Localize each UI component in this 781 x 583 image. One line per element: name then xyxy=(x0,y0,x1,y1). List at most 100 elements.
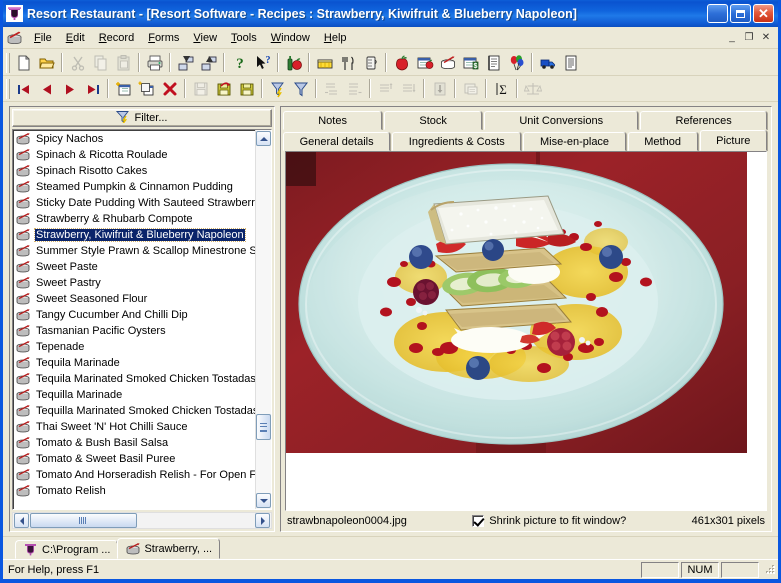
mdi-close-button[interactable]: ✕ xyxy=(758,30,774,45)
beverages-icon[interactable] xyxy=(282,52,305,74)
apple-ingredients-icon[interactable] xyxy=(390,52,413,74)
ingredient-list-icon[interactable] xyxy=(413,52,436,74)
scroll-thumb[interactable] xyxy=(256,414,271,440)
list-item[interactable]: Spinach & Ricotta Roulade xyxy=(13,147,255,163)
list-item[interactable]: Tequilla Marinated Smoked Chicken Tostad… xyxy=(13,403,255,419)
functions-balloons-icon[interactable] xyxy=(505,52,528,74)
recipe-list-items[interactable]: Spicy Nachos Spinach & Ricotta Roulade Spi… xyxy=(13,130,255,509)
mdi-tab-0[interactable]: C:\Program ... xyxy=(15,540,119,559)
new-icon[interactable] xyxy=(12,52,35,74)
mdi-restore-button[interactable]: ❐ xyxy=(741,30,757,45)
list-item[interactable]: Tomato & Sweet Basil Puree xyxy=(13,451,255,467)
list-vertical-scrollbar[interactable] xyxy=(255,130,271,509)
menu-record[interactable]: Record xyxy=(92,30,141,46)
list-item[interactable]: Sweet Seasoned Flour xyxy=(13,291,255,307)
previous-record-icon[interactable] xyxy=(35,78,58,100)
list-item[interactable]: Tequila Marinated Smoked Chicken Tostada… xyxy=(13,371,255,387)
recipe-pot-icon xyxy=(15,244,31,258)
cutlery-icon[interactable] xyxy=(336,52,359,74)
new-record-icon[interactable] xyxy=(112,78,135,100)
context-help-icon[interactable]: ? xyxy=(251,52,274,74)
menu-file[interactable]: FFileile xyxy=(27,30,59,46)
menu-view[interactable]: View xyxy=(186,30,224,46)
shrink-checkbox[interactable] xyxy=(472,515,485,527)
recipe-listbox[interactable]: Spicy Nachos Spinach & Ricotta Roulade Spi… xyxy=(12,129,272,510)
open-folder-icon[interactable] xyxy=(35,52,58,74)
list-item[interactable]: Strawberry, Kiwifruit & Blueberry Napole… xyxy=(13,227,255,243)
toolbar-grip[interactable] xyxy=(6,52,10,73)
filter-icon[interactable] xyxy=(289,78,312,100)
maximize-button[interactable] xyxy=(730,4,751,23)
menu-tools[interactable]: Tools xyxy=(224,30,264,46)
list-item[interactable]: Strawberry & Rhubarb Compote xyxy=(13,211,255,227)
menu-forms[interactable]: Forms xyxy=(141,30,186,46)
export-up-icon[interactable] xyxy=(197,52,220,74)
hscroll-track[interactable] xyxy=(30,513,254,528)
scroll-up-button[interactable] xyxy=(256,131,271,146)
list-item[interactable]: Tequilla Marinade xyxy=(13,387,255,403)
reports-icon[interactable] xyxy=(559,52,582,74)
minimize-button[interactable]: _ xyxy=(707,4,728,23)
list-item[interactable]: Steamed Pumpkin & Cinnamon Pudding xyxy=(13,179,255,195)
scroll-left-button[interactable] xyxy=(14,513,29,528)
menu-edit[interactable]: Edit xyxy=(59,30,92,46)
list-item[interactable]: Spicy Nachos xyxy=(13,131,255,147)
list-item[interactable]: Tepenade xyxy=(13,339,255,355)
list-item[interactable]: Tomato And Horseradish Relish - For Open… xyxy=(13,467,255,483)
measure-jug-icon[interactable] xyxy=(359,52,382,74)
list-item[interactable]: Spinach Risotto Cakes xyxy=(13,163,255,179)
scroll-right-button[interactable] xyxy=(255,513,270,528)
list-item[interactable]: Sticky Date Pudding With Sauteed Strawbe… xyxy=(13,195,255,211)
recipes-pot-icon[interactable] xyxy=(436,52,459,74)
list-item[interactable]: Thai Sweet 'N' Hot Chilli Sauce xyxy=(13,419,255,435)
resize-grip-icon[interactable] xyxy=(762,563,776,577)
list-item[interactable]: Tomato Relish xyxy=(13,483,255,499)
list-item[interactable]: Tequila Marinade xyxy=(13,355,255,371)
mdi-minimize-button[interactable]: _ xyxy=(724,30,740,45)
recipe-pot-icon xyxy=(15,148,31,162)
suppliers-truck-icon[interactable] xyxy=(536,52,559,74)
tab-stock[interactable]: Stock xyxy=(384,111,483,130)
mdi-tab-1[interactable]: Strawberry, ... xyxy=(117,538,221,559)
quick-filter-icon[interactable] xyxy=(266,78,289,100)
tab-mise-en-place[interactable]: Mise-en-place xyxy=(523,132,626,151)
last-record-icon[interactable] xyxy=(81,78,104,100)
import-down-icon[interactable] xyxy=(174,52,197,74)
sum-icon[interactable]: Σ xyxy=(490,78,513,100)
help-question-icon[interactable]: ? xyxy=(228,52,251,74)
duplicate-record-icon[interactable] xyxy=(135,78,158,100)
scroll-track[interactable] xyxy=(256,146,271,493)
save-undo-icon[interactable] xyxy=(212,78,235,100)
menu-window[interactable]: Window xyxy=(264,30,317,46)
delete-record-icon[interactable] xyxy=(158,78,181,100)
first-record-icon[interactable] xyxy=(12,78,35,100)
next-record-icon[interactable] xyxy=(58,78,81,100)
menu-book-icon[interactable] xyxy=(482,52,505,74)
tab-picture[interactable]: Picture xyxy=(699,130,767,151)
picture-frame[interactable] xyxy=(285,151,767,511)
costing-icon[interactable]: $ xyxy=(459,52,482,74)
list-item[interactable]: Sweet Pastry xyxy=(13,275,255,291)
list-horizontal-scrollbar[interactable] xyxy=(12,512,272,529)
tab-unit-conversions[interactable]: Unit Conversions xyxy=(484,111,639,130)
filter-button[interactable]: Filter... xyxy=(12,109,272,127)
menu-help[interactable]: Help xyxy=(317,30,354,46)
print-icon[interactable] xyxy=(143,52,166,74)
tab-references[interactable]: References xyxy=(640,111,767,130)
tab-general-details[interactable]: General details xyxy=(283,132,391,151)
list-item[interactable]: Tomato & Bush Basil Salsa xyxy=(13,435,255,451)
list-item[interactable]: Sweet Paste xyxy=(13,259,255,275)
list-item[interactable]: Summer Style Prawn & Scallop Minestrone … xyxy=(13,243,255,259)
hscroll-thumb[interactable] xyxy=(30,513,137,528)
tab-notes[interactable]: Notes xyxy=(283,111,383,130)
save-close-icon[interactable] xyxy=(235,78,258,100)
tab-method[interactable]: Method xyxy=(627,132,698,151)
list-item[interactable]: Tangy Cucumber And Chilli Dip xyxy=(13,307,255,323)
tab-ingredients-costs[interactable]: Ingredients & Costs xyxy=(392,132,522,151)
toolbar-grip[interactable] xyxy=(6,78,10,99)
stock-box-icon[interactable] xyxy=(313,52,336,74)
close-button[interactable]: ✕ xyxy=(753,4,774,23)
list-item[interactable]: Tasmanian Pacific Oysters xyxy=(13,323,255,339)
scroll-down-button[interactable] xyxy=(256,493,271,508)
shrink-to-fit-control[interactable]: Shrink picture to fit window? xyxy=(413,515,686,527)
